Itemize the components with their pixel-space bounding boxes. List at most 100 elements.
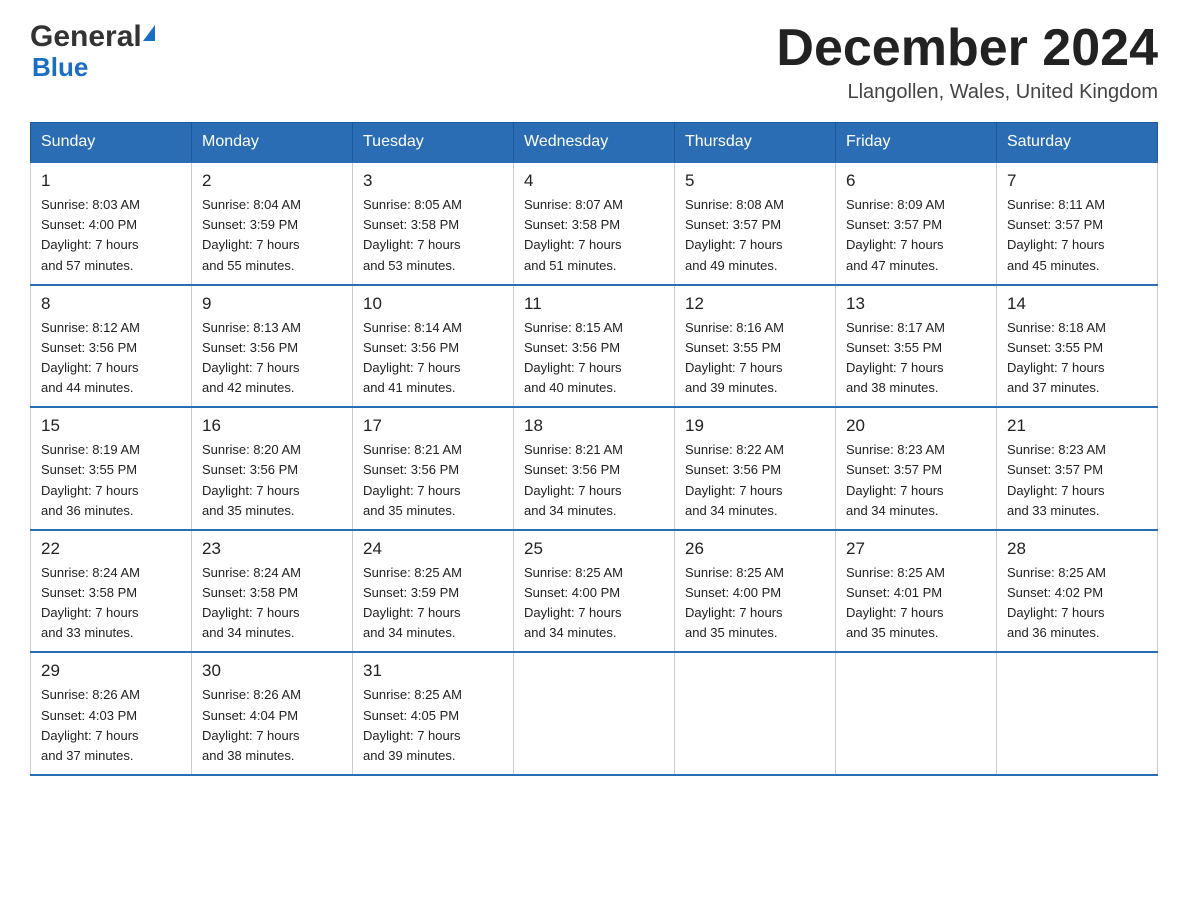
calendar-cell: 14 Sunrise: 8:18 AM Sunset: 3:55 PM Dayl… xyxy=(997,285,1158,408)
day-number: 2 xyxy=(202,171,342,191)
day-info: Sunrise: 8:11 AM Sunset: 3:57 PM Dayligh… xyxy=(1007,195,1147,276)
day-number: 3 xyxy=(363,171,503,191)
day-number: 8 xyxy=(41,294,181,314)
day-number: 7 xyxy=(1007,171,1147,191)
calendar-cell: 10 Sunrise: 8:14 AM Sunset: 3:56 PM Dayl… xyxy=(353,285,514,408)
col-thursday: Thursday xyxy=(675,123,836,163)
calendar-week-1: 1 Sunrise: 8:03 AM Sunset: 4:00 PM Dayli… xyxy=(31,162,1158,285)
logo-arrow-icon xyxy=(143,25,155,41)
calendar-cell: 11 Sunrise: 8:15 AM Sunset: 3:56 PM Dayl… xyxy=(514,285,675,408)
day-number: 18 xyxy=(524,416,664,436)
calendar-week-3: 15 Sunrise: 8:19 AM Sunset: 3:55 PM Dayl… xyxy=(31,407,1158,530)
day-number: 23 xyxy=(202,539,342,559)
day-number: 15 xyxy=(41,416,181,436)
day-info: Sunrise: 8:18 AM Sunset: 3:55 PM Dayligh… xyxy=(1007,318,1147,399)
calendar-week-2: 8 Sunrise: 8:12 AM Sunset: 3:56 PM Dayli… xyxy=(31,285,1158,408)
day-info: Sunrise: 8:25 AM Sunset: 3:59 PM Dayligh… xyxy=(363,563,503,644)
calendar-cell xyxy=(836,652,997,775)
day-info: Sunrise: 8:13 AM Sunset: 3:56 PM Dayligh… xyxy=(202,318,342,399)
col-wednesday: Wednesday xyxy=(514,123,675,163)
logo-text: General xyxy=(30,20,155,54)
day-number: 20 xyxy=(846,416,986,436)
calendar-cell: 20 Sunrise: 8:23 AM Sunset: 3:57 PM Dayl… xyxy=(836,407,997,530)
day-number: 24 xyxy=(363,539,503,559)
col-monday: Monday xyxy=(192,123,353,163)
col-tuesday: Tuesday xyxy=(353,123,514,163)
day-number: 29 xyxy=(41,661,181,681)
day-number: 31 xyxy=(363,661,503,681)
calendar-cell: 15 Sunrise: 8:19 AM Sunset: 3:55 PM Dayl… xyxy=(31,407,192,530)
calendar-cell: 26 Sunrise: 8:25 AM Sunset: 4:00 PM Dayl… xyxy=(675,530,836,653)
title-section: December 2024 Llangollen, Wales, United … xyxy=(776,20,1158,104)
calendar-table: Sunday Monday Tuesday Wednesday Thursday… xyxy=(30,122,1158,776)
day-info: Sunrise: 8:21 AM Sunset: 3:56 PM Dayligh… xyxy=(363,440,503,521)
location-text: Llangollen, Wales, United Kingdom xyxy=(776,81,1158,104)
calendar-cell: 4 Sunrise: 8:07 AM Sunset: 3:58 PM Dayli… xyxy=(514,162,675,285)
logo: General Blue xyxy=(30,20,155,83)
day-number: 9 xyxy=(202,294,342,314)
calendar-cell: 8 Sunrise: 8:12 AM Sunset: 3:56 PM Dayli… xyxy=(31,285,192,408)
day-info: Sunrise: 8:24 AM Sunset: 3:58 PM Dayligh… xyxy=(202,563,342,644)
month-title: December 2024 xyxy=(776,20,1158,77)
day-info: Sunrise: 8:25 AM Sunset: 4:00 PM Dayligh… xyxy=(685,563,825,644)
day-info: Sunrise: 8:23 AM Sunset: 3:57 PM Dayligh… xyxy=(1007,440,1147,521)
calendar-cell: 1 Sunrise: 8:03 AM Sunset: 4:00 PM Dayli… xyxy=(31,162,192,285)
day-number: 16 xyxy=(202,416,342,436)
calendar-cell: 6 Sunrise: 8:09 AM Sunset: 3:57 PM Dayli… xyxy=(836,162,997,285)
day-info: Sunrise: 8:25 AM Sunset: 4:01 PM Dayligh… xyxy=(846,563,986,644)
calendar-cell: 27 Sunrise: 8:25 AM Sunset: 4:01 PM Dayl… xyxy=(836,530,997,653)
col-saturday: Saturday xyxy=(997,123,1158,163)
day-info: Sunrise: 8:08 AM Sunset: 3:57 PM Dayligh… xyxy=(685,195,825,276)
calendar-cell: 24 Sunrise: 8:25 AM Sunset: 3:59 PM Dayl… xyxy=(353,530,514,653)
day-number: 25 xyxy=(524,539,664,559)
day-info: Sunrise: 8:21 AM Sunset: 3:56 PM Dayligh… xyxy=(524,440,664,521)
calendar-cell xyxy=(997,652,1158,775)
day-info: Sunrise: 8:25 AM Sunset: 4:00 PM Dayligh… xyxy=(524,563,664,644)
day-info: Sunrise: 8:26 AM Sunset: 4:04 PM Dayligh… xyxy=(202,685,342,766)
day-info: Sunrise: 8:20 AM Sunset: 3:56 PM Dayligh… xyxy=(202,440,342,521)
logo-general: General xyxy=(30,20,142,54)
day-number: 21 xyxy=(1007,416,1147,436)
calendar-header-row: Sunday Monday Tuesday Wednesday Thursday… xyxy=(31,123,1158,163)
day-number: 10 xyxy=(363,294,503,314)
day-number: 19 xyxy=(685,416,825,436)
calendar-cell: 13 Sunrise: 8:17 AM Sunset: 3:55 PM Dayl… xyxy=(836,285,997,408)
day-info: Sunrise: 8:26 AM Sunset: 4:03 PM Dayligh… xyxy=(41,685,181,766)
calendar-cell: 2 Sunrise: 8:04 AM Sunset: 3:59 PM Dayli… xyxy=(192,162,353,285)
calendar-cell: 9 Sunrise: 8:13 AM Sunset: 3:56 PM Dayli… xyxy=(192,285,353,408)
calendar-cell: 22 Sunrise: 8:24 AM Sunset: 3:58 PM Dayl… xyxy=(31,530,192,653)
day-number: 1 xyxy=(41,171,181,191)
day-number: 28 xyxy=(1007,539,1147,559)
calendar-cell: 31 Sunrise: 8:25 AM Sunset: 4:05 PM Dayl… xyxy=(353,652,514,775)
calendar-cell: 3 Sunrise: 8:05 AM Sunset: 3:58 PM Dayli… xyxy=(353,162,514,285)
day-info: Sunrise: 8:04 AM Sunset: 3:59 PM Dayligh… xyxy=(202,195,342,276)
calendar-week-5: 29 Sunrise: 8:26 AM Sunset: 4:03 PM Dayl… xyxy=(31,652,1158,775)
calendar-cell xyxy=(514,652,675,775)
calendar-cell: 25 Sunrise: 8:25 AM Sunset: 4:00 PM Dayl… xyxy=(514,530,675,653)
day-info: Sunrise: 8:23 AM Sunset: 3:57 PM Dayligh… xyxy=(846,440,986,521)
calendar-cell: 21 Sunrise: 8:23 AM Sunset: 3:57 PM Dayl… xyxy=(997,407,1158,530)
day-info: Sunrise: 8:22 AM Sunset: 3:56 PM Dayligh… xyxy=(685,440,825,521)
day-number: 12 xyxy=(685,294,825,314)
day-info: Sunrise: 8:09 AM Sunset: 3:57 PM Dayligh… xyxy=(846,195,986,276)
calendar-cell: 5 Sunrise: 8:08 AM Sunset: 3:57 PM Dayli… xyxy=(675,162,836,285)
day-info: Sunrise: 8:24 AM Sunset: 3:58 PM Dayligh… xyxy=(41,563,181,644)
day-number: 17 xyxy=(363,416,503,436)
calendar-cell: 30 Sunrise: 8:26 AM Sunset: 4:04 PM Dayl… xyxy=(192,652,353,775)
day-info: Sunrise: 8:17 AM Sunset: 3:55 PM Dayligh… xyxy=(846,318,986,399)
calendar-week-4: 22 Sunrise: 8:24 AM Sunset: 3:58 PM Dayl… xyxy=(31,530,1158,653)
day-info: Sunrise: 8:12 AM Sunset: 3:56 PM Dayligh… xyxy=(41,318,181,399)
day-info: Sunrise: 8:15 AM Sunset: 3:56 PM Dayligh… xyxy=(524,318,664,399)
day-info: Sunrise: 8:19 AM Sunset: 3:55 PM Dayligh… xyxy=(41,440,181,521)
calendar-cell: 23 Sunrise: 8:24 AM Sunset: 3:58 PM Dayl… xyxy=(192,530,353,653)
day-number: 22 xyxy=(41,539,181,559)
calendar-cell: 19 Sunrise: 8:22 AM Sunset: 3:56 PM Dayl… xyxy=(675,407,836,530)
day-number: 5 xyxy=(685,171,825,191)
day-number: 11 xyxy=(524,294,664,314)
day-number: 4 xyxy=(524,171,664,191)
day-info: Sunrise: 8:14 AM Sunset: 3:56 PM Dayligh… xyxy=(363,318,503,399)
day-info: Sunrise: 8:16 AM Sunset: 3:55 PM Dayligh… xyxy=(685,318,825,399)
day-info: Sunrise: 8:25 AM Sunset: 4:05 PM Dayligh… xyxy=(363,685,503,766)
col-sunday: Sunday xyxy=(31,123,192,163)
calendar-cell: 16 Sunrise: 8:20 AM Sunset: 3:56 PM Dayl… xyxy=(192,407,353,530)
